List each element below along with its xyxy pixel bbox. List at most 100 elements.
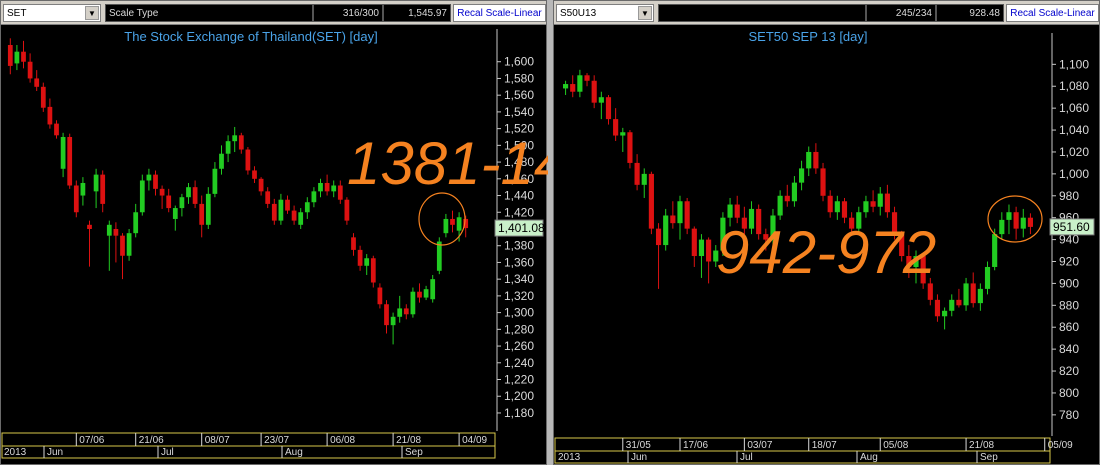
candle-body	[949, 299, 955, 311]
candle	[7, 38, 13, 75]
candle-body	[956, 299, 962, 306]
x-tick-label: 07/06	[79, 435, 104, 446]
candle	[146, 168, 152, 191]
candle-body	[47, 106, 53, 125]
candle	[153, 170, 158, 196]
chart-title: The Stock Exchange of Thailand(SET) [day…	[124, 29, 377, 44]
candle	[73, 180, 79, 218]
candle-body	[331, 185, 337, 192]
candle-body	[777, 195, 783, 216]
y-tick-label: 1,320	[504, 289, 534, 303]
candle-body	[834, 201, 840, 213]
y-tick-label: 840	[1059, 342, 1079, 356]
candle-body	[219, 153, 224, 169]
candle	[232, 126, 238, 153]
candle	[970, 272, 976, 308]
candle	[777, 190, 783, 220]
candle-body	[734, 204, 740, 218]
candle	[863, 195, 869, 218]
candle	[663, 208, 669, 251]
candle	[430, 274, 436, 303]
candle	[641, 168, 647, 198]
candle-body	[784, 195, 790, 202]
candle-body	[14, 51, 20, 64]
candle	[14, 45, 20, 71]
candle-body	[970, 283, 976, 304]
candle-body	[252, 170, 257, 179]
y-tick-label: 1,360	[504, 255, 534, 269]
candle-body	[337, 185, 343, 200]
candle	[706, 237, 712, 284]
candle	[806, 146, 812, 177]
candle-body	[100, 174, 106, 204]
candle	[318, 178, 323, 198]
candle-body	[410, 291, 416, 315]
candle	[159, 185, 165, 209]
candle-body	[423, 289, 429, 298]
candle	[613, 108, 619, 142]
candle-body	[258, 178, 264, 192]
chart-panel-set[interactable]: SET ▼ Scale Type 316/300 1,545.97 Recal …	[0, 0, 548, 465]
last-price-label: 1,401.08	[498, 221, 545, 235]
candle-body	[364, 258, 370, 266]
candle	[397, 295, 403, 323]
chart-panel-set50[interactable]: S50U13 ▼ 245/234 928.48 Recal Scale-Line…	[553, 0, 1100, 465]
candle	[67, 133, 73, 189]
candle	[271, 198, 277, 225]
candle	[278, 193, 284, 225]
y-tick-label: 1,000	[1059, 167, 1089, 181]
candle-body	[417, 291, 422, 298]
candle-body	[684, 201, 690, 229]
candle-body	[648, 173, 654, 229]
candle	[605, 95, 612, 125]
candle-body	[285, 199, 290, 211]
candle-body	[598, 97, 604, 103]
x-tick-label: 21/06	[139, 435, 164, 446]
candle	[34, 70, 40, 91]
candle-body	[641, 173, 647, 185]
candle-body	[706, 239, 712, 262]
candle-body	[827, 195, 833, 213]
y-tick-label: 1,020	[1059, 145, 1089, 159]
candle	[377, 283, 383, 309]
candle	[1013, 206, 1019, 240]
candle	[100, 170, 106, 213]
y-tick-label: 880	[1059, 298, 1079, 312]
candle-body	[357, 249, 363, 266]
y-tick-label: 1,560	[504, 88, 534, 102]
candle-body	[291, 210, 297, 221]
candle-body	[963, 283, 969, 306]
x-tick-label: 17/06	[683, 440, 708, 451]
candle	[370, 255, 376, 288]
x-tick-label: 06/08	[330, 435, 355, 446]
candle-body	[60, 136, 66, 169]
candle-body	[159, 188, 165, 196]
candle	[238, 132, 244, 154]
candle	[364, 254, 370, 275]
candle	[684, 197, 690, 235]
candle-body	[992, 234, 998, 267]
candle-body	[232, 135, 238, 142]
candle-body	[377, 287, 383, 305]
candle	[784, 184, 790, 207]
candle-body	[605, 97, 612, 120]
chart-title: SET50 SEP 13 [day]	[749, 29, 868, 44]
month-axis-bar	[554, 450, 1051, 464]
candle-body	[238, 135, 244, 150]
candle	[691, 226, 697, 267]
candle	[47, 98, 53, 129]
candle-body	[351, 237, 356, 250]
candle	[351, 233, 356, 256]
candle-body	[450, 218, 455, 225]
candle-body	[73, 185, 79, 213]
candle-body	[153, 174, 158, 189]
candle	[949, 294, 955, 317]
y-tick-label: 900	[1059, 276, 1079, 290]
candle-body	[884, 193, 890, 213]
candle	[186, 182, 191, 204]
candle	[344, 197, 350, 225]
y-tick-label: 1,340	[504, 272, 534, 286]
candle	[999, 212, 1005, 240]
candle	[1020, 208, 1026, 238]
candle-body	[106, 224, 112, 236]
